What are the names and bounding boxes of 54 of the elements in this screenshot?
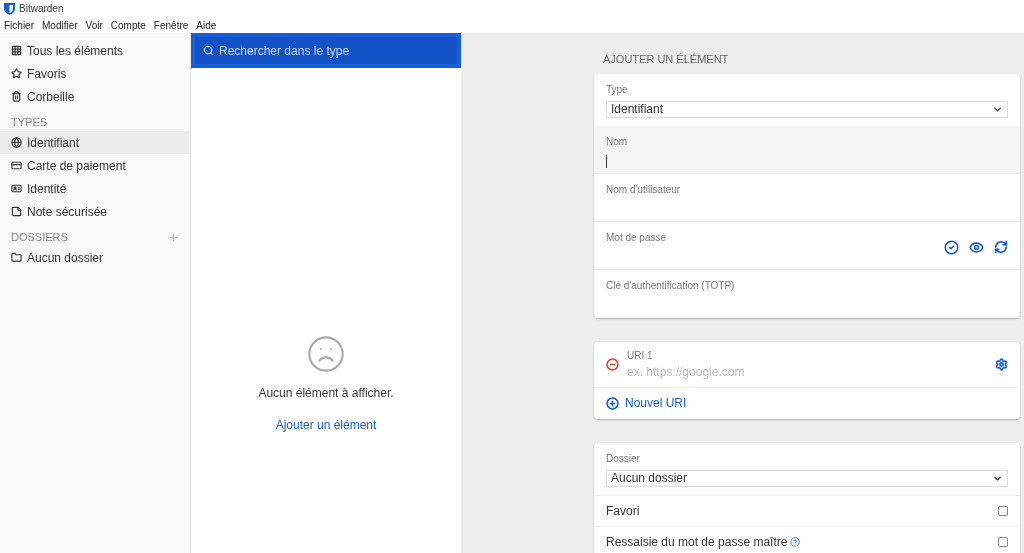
- trash-icon: [11, 91, 22, 102]
- id-card-icon: [11, 183, 22, 194]
- settings-icon[interactable]: [995, 357, 1008, 371]
- sidebar-item[interactable]: Note sécurisée: [0, 200, 190, 223]
- section-heading: AJOUTER UN ÉLÉMENT: [602, 52, 730, 67]
- refresh-icon[interactable]: [994, 239, 1008, 254]
- sidebar-item[interactable]: Tous les éléments: [0, 39, 190, 62]
- menu-item[interactable]: Compte: [110, 17, 146, 33]
- field-label: Dossier: [606, 451, 641, 466]
- credit-card-icon: [11, 160, 22, 171]
- menu-item[interactable]: Fichier: [4, 17, 34, 33]
- checkbox[interactable]: [998, 505, 1008, 516]
- sad-face-icon: [306, 334, 346, 374]
- search-icon: [203, 45, 214, 56]
- star-icon: [11, 68, 22, 79]
- section-heading: DOSSIERS: [11, 230, 68, 246]
- search-field[interactable]: Rechercher dans le type: [195, 37, 457, 64]
- checkbox[interactable]: [998, 537, 1008, 547]
- menu-item[interactable]: Aide: [196, 17, 217, 33]
- help-icon[interactable]: [790, 537, 801, 547]
- add-circle-icon: [606, 396, 619, 410]
- option-label: Favori: [606, 502, 640, 520]
- globe-icon: [11, 137, 22, 148]
- note-icon: [11, 206, 22, 217]
- new-uri-button[interactable]: Nouvel URI: [606, 394, 687, 412]
- text-field[interactable]: Nom: [594, 125, 1020, 174]
- sidebar-item[interactable]: Aucun dossier: [0, 246, 190, 269]
- option-label: Ressaisie du mot de passe maître: [606, 534, 788, 551]
- uri-input[interactable]: ex. https://google.com: [627, 362, 927, 381]
- sidebar-item[interactable]: Identifiant: [0, 131, 190, 154]
- sidebar-item[interactable]: Carte de paiement: [0, 154, 190, 177]
- text-cursor-icon: [606, 154, 607, 168]
- menu-item[interactable]: Modifier: [42, 17, 78, 33]
- dropdown[interactable]: Identifiant: [606, 100, 1008, 118]
- field-label: Type: [606, 82, 629, 97]
- dropdown[interactable]: Aucun dossier: [606, 469, 1008, 487]
- sidebar-item[interactable]: Corbeille: [0, 85, 190, 108]
- section-heading: TYPES: [11, 115, 48, 131]
- eye-icon[interactable]: [969, 239, 984, 255]
- empty-message: Aucun élément à afficher.: [258, 385, 394, 402]
- text-field[interactable]: Nom d'utilisateur: [594, 173, 1020, 222]
- text-field[interactable]: Mot de passe: [594, 221, 1020, 270]
- field-label: URI 1: [627, 348, 654, 363]
- text-field[interactable]: Clé d'authentification (TOTP): [594, 269, 1020, 318]
- remove-icon[interactable]: [606, 357, 619, 371]
- folder-icon: [11, 252, 22, 263]
- check-circle-icon[interactable]: [944, 239, 959, 255]
- window-title: Bitwarden: [19, 2, 64, 16]
- grid-icon: [11, 45, 22, 56]
- sidebar-item[interactable]: Favoris: [0, 62, 190, 85]
- menu-item[interactable]: Fenêtre: [153, 17, 189, 33]
- sidebar-item[interactable]: Identité: [0, 177, 190, 200]
- add-item-link[interactable]: Ajouter un élément: [275, 416, 377, 434]
- menu-item[interactable]: Voir: [85, 17, 103, 33]
